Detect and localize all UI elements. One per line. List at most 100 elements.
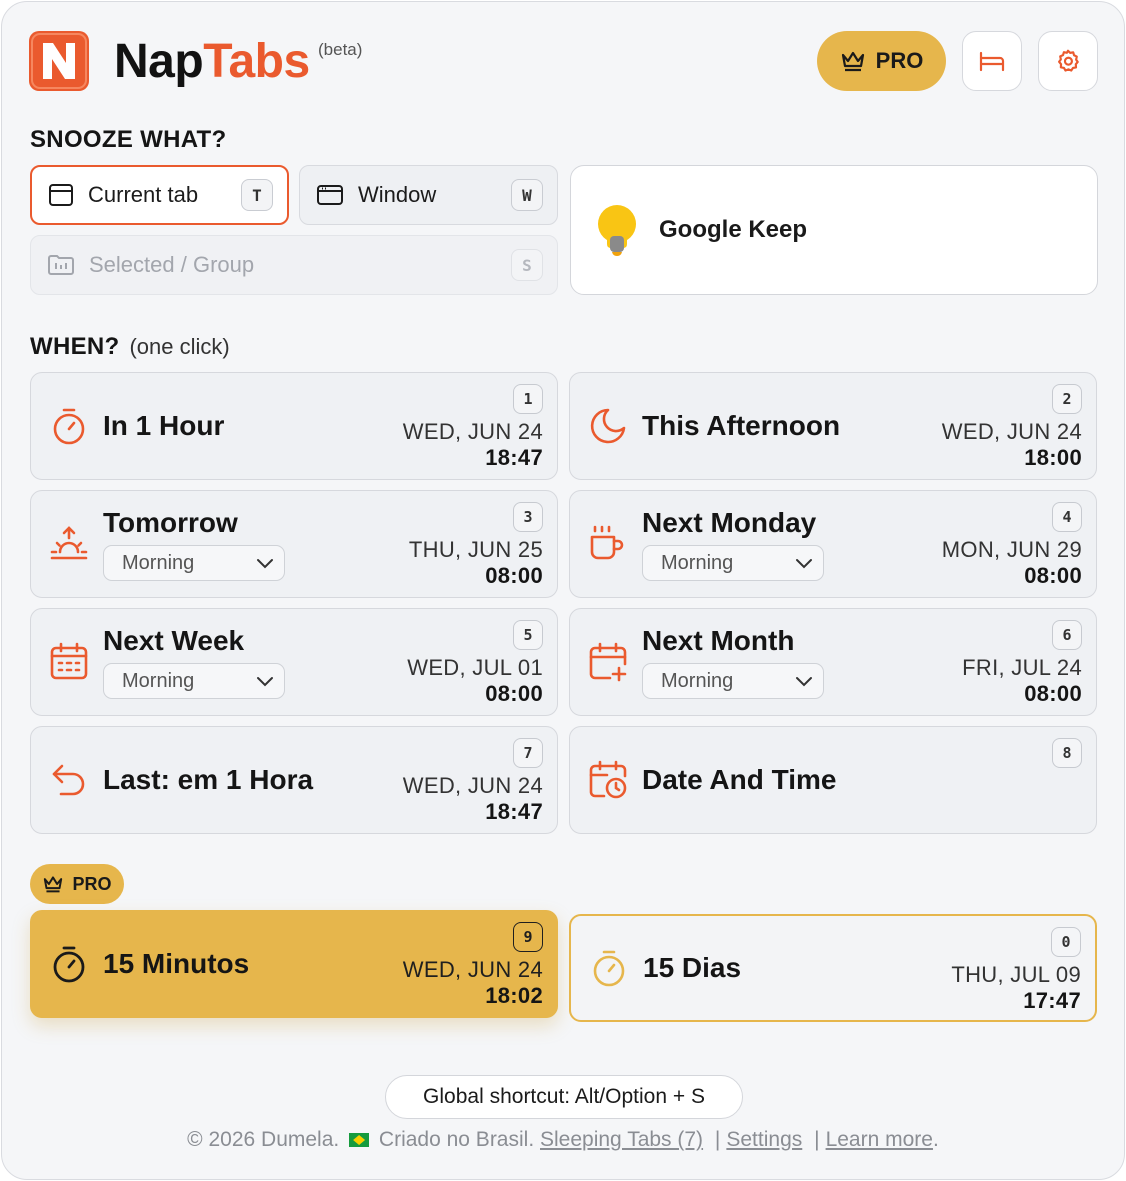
- gear-icon: [1058, 49, 1079, 72]
- timer-icon: [53, 946, 85, 983]
- coffee-icon: [590, 525, 624, 560]
- option-window[interactable]: Window W: [299, 165, 558, 225]
- option-label: Window: [358, 182, 437, 207]
- snooze-custom-15-days[interactable]: 15 Dias 0 THU, JUL 09 17:47: [569, 914, 1097, 1022]
- card-shortcut-key: 7: [513, 738, 543, 768]
- chevron-down-icon: [796, 559, 812, 569]
- card-shortcut-key: 4: [1052, 502, 1082, 532]
- chevron-down-icon: [796, 677, 812, 687]
- snooze-tomorrow[interactable]: Tomorrow Morning 3 THU, JUN 25 08:00: [30, 490, 558, 598]
- timer-icon: [593, 950, 625, 987]
- card-date: THU, JUN 25: [408, 537, 543, 562]
- window-icon: [317, 185, 343, 205]
- snooze-next-month[interactable]: Next Month Morning 6 FRI, JUL 24 08:00: [569, 608, 1097, 716]
- card-shortcut-key: 8: [1052, 738, 1082, 768]
- copyright: © 2026 Dumela.: [187, 1128, 340, 1151]
- card-title: Next Week: [103, 625, 245, 656]
- google-keep-icon: [598, 205, 636, 256]
- card-date: WED, JUN 24: [402, 419, 543, 444]
- global-shortcut-hint: Global shortcut: Alt/Option + S: [385, 1075, 743, 1119]
- footer: © 2026 Dumela. Criado no Brasil. Sleepin…: [2, 1128, 1124, 1152]
- calendar-week-icon: [50, 642, 88, 680]
- snooze-date-and-time[interactable]: Date And Time 8: [569, 726, 1097, 834]
- bed-icon: [979, 51, 1005, 72]
- snooze-next-monday[interactable]: Next Monday Morning 4 MON, JUN 29 08:00: [569, 490, 1097, 598]
- footer-period: .: [932, 1128, 939, 1151]
- shortcut-key: T: [241, 179, 273, 211]
- settings-link[interactable]: Settings: [726, 1128, 802, 1151]
- sunrise-icon: [50, 526, 88, 560]
- card-shortcut-key: 9: [513, 922, 543, 952]
- sleeping-tabs-link[interactable]: Sleeping Tabs (7): [540, 1128, 703, 1151]
- card-shortcut-key: 0: [1051, 927, 1081, 957]
- target-tab-title: Google Keep: [659, 216, 808, 243]
- card-title: This Afternoon: [642, 410, 841, 441]
- brazil-flag-icon: [349, 1133, 370, 1147]
- card-shortcut-key: 3: [513, 502, 543, 532]
- footer-separator: |: [814, 1128, 820, 1151]
- card-time: 08:00: [1024, 563, 1082, 588]
- undo-icon: [52, 764, 85, 796]
- option-current-tab[interactable]: Current tab T: [30, 165, 289, 225]
- calendar-clock-icon: [589, 760, 627, 799]
- option-selected-group[interactable]: Selected / Group S: [30, 235, 558, 295]
- time-of-day-select[interactable]: Morning: [642, 663, 824, 699]
- card-title: In 1 Hour: [103, 410, 225, 441]
- beta-label: (beta): [318, 40, 363, 59]
- crown-icon: [841, 51, 864, 72]
- snooze-in-1-hour[interactable]: In 1 Hour 1 WED, JUN 24 18:47: [30, 372, 558, 480]
- snooze-last-used[interactable]: Last: em 1 Hora 7 WED, JUN 24 18:47: [30, 726, 558, 834]
- card-title: Date And Time: [642, 764, 837, 795]
- card-date: MON, JUN 29: [941, 537, 1082, 562]
- card-time: 08:00: [1024, 681, 1082, 706]
- card-date: THU, JUL 09: [951, 962, 1081, 987]
- time-of-day-select[interactable]: Morning: [642, 545, 824, 581]
- snooze-custom-15-minutes[interactable]: 15 Minutos 9 WED, JUN 24 18:02: [30, 910, 558, 1018]
- snooze-next-week[interactable]: Next Week Morning 5 WED, JUL 01 08:00: [30, 608, 558, 716]
- card-shortcut-key: 2: [1052, 384, 1082, 414]
- card-time: 08:00: [485, 563, 543, 588]
- tab-icon: [49, 184, 73, 206]
- learn-more-link[interactable]: Learn more: [826, 1128, 933, 1151]
- card-date: WED, JUL 01: [407, 655, 543, 680]
- time-of-day-select[interactable]: Morning: [103, 545, 285, 581]
- shortcut-key: W: [511, 179, 543, 211]
- made-in-text: Criado no Brasil.: [378, 1128, 535, 1151]
- card-date: WED, JUN 24: [402, 773, 543, 798]
- when-heading: WHEN? (one click): [30, 333, 230, 360]
- card-shortcut-key: 1: [513, 384, 543, 414]
- card-date: FRI, JUL 24: [962, 655, 1082, 680]
- chevron-down-icon: [257, 559, 273, 569]
- snooze-what-heading: SNOOZE WHAT?: [30, 126, 227, 153]
- card-title: 15 Dias: [643, 952, 742, 983]
- card-date: WED, JUN 24: [941, 419, 1082, 444]
- popup-panel: NapTabs (beta) PRO SNOOZE WHAT? Current …: [1, 1, 1125, 1180]
- snooze-this-afternoon[interactable]: This Afternoon 2 WED, JUN 24 18:00: [569, 372, 1097, 480]
- card-title: Tomorrow: [103, 507, 238, 538]
- target-tab-card: Google Keep: [570, 165, 1098, 295]
- card-time: 08:00: [485, 681, 543, 706]
- pro-badge: PRO: [30, 864, 124, 904]
- card-time: 18:00: [1024, 445, 1082, 470]
- naptabs-logo: [29, 31, 89, 91]
- chevron-down-icon: [257, 677, 273, 687]
- calendar-plus-icon: [589, 642, 627, 682]
- pro-button[interactable]: PRO: [817, 31, 946, 91]
- folder-group-icon: [48, 255, 74, 275]
- timer-icon: [53, 408, 85, 445]
- settings-button[interactable]: [1038, 31, 1098, 91]
- card-title: Next Month: [642, 625, 795, 656]
- card-shortcut-key: 6: [1052, 620, 1082, 650]
- card-date: WED, JUN 24: [402, 957, 543, 982]
- shortcut-key: S: [511, 249, 543, 281]
- card-shortcut-key: 5: [513, 620, 543, 650]
- footer-separator: |: [714, 1128, 721, 1151]
- card-time: 18:47: [485, 799, 543, 824]
- app-title: NapTabs: [114, 35, 310, 88]
- card-time: 18:02: [485, 983, 543, 1008]
- card-title: 15 Minutos: [103, 948, 250, 979]
- card-time: 18:47: [485, 445, 543, 470]
- sleeping-tabs-button[interactable]: [962, 31, 1022, 91]
- card-time: 17:47: [1023, 988, 1081, 1013]
- time-of-day-select[interactable]: Morning: [103, 663, 285, 699]
